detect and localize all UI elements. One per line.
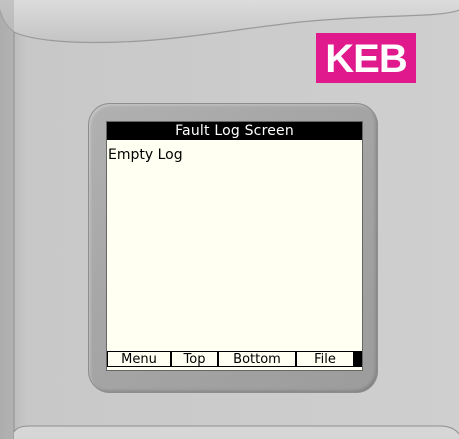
screen-title: Fault Log Screen — [107, 122, 362, 140]
keb-logo: KEB — [316, 33, 416, 83]
softkey-menu-bar: Menu Top Bottom File — [107, 351, 362, 367]
bottom-softkey[interactable]: Bottom — [219, 352, 295, 367]
keb-logo-text: KEB — [325, 37, 407, 81]
lcd-screen: Fault Log Screen Empty Log Menu Top Bott… — [106, 121, 363, 371]
file-softkey[interactable]: File — [297, 352, 353, 367]
device-casing: KEB Fault Log Screen Empty Log Menu Top … — [0, 0, 459, 439]
fault-log-status: Empty Log — [108, 147, 183, 163]
menu-softkey[interactable]: Menu — [108, 352, 170, 367]
top-softkey[interactable]: Top — [172, 352, 217, 367]
